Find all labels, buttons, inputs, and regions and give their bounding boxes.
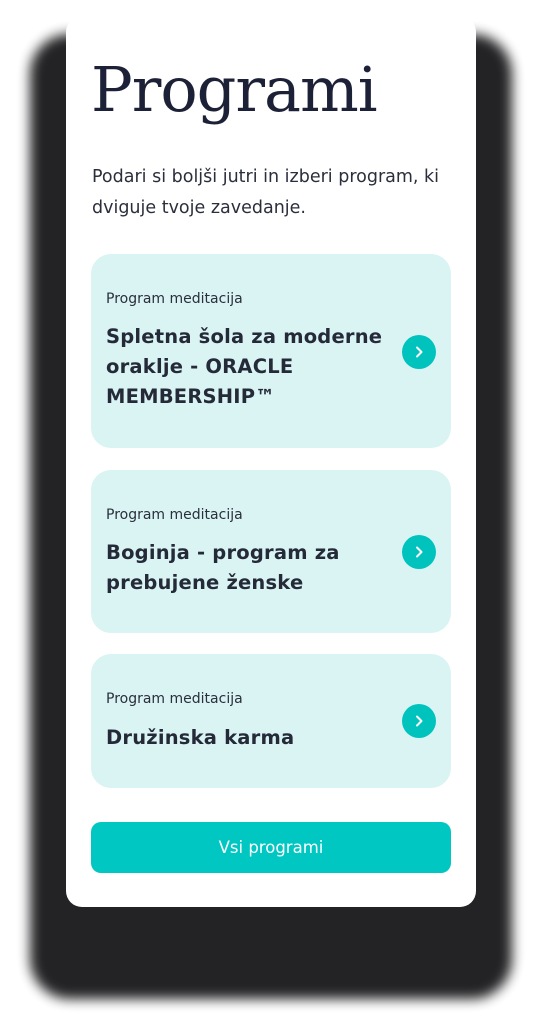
program-card-druzinska-karma[interactable]: Program meditacija Družinska karma: [91, 654, 451, 788]
chevron-right-icon[interactable]: [402, 535, 436, 569]
program-title: Družinska karma: [106, 726, 295, 749]
program-tag: Program meditacija: [106, 691, 243, 707]
chevron-right-icon[interactable]: [402, 335, 436, 369]
program-card-boginja[interactable]: Program meditacija Boginja - program za …: [91, 470, 451, 633]
all-programs-button[interactable]: Vsi programi: [91, 822, 451, 873]
page-subtitle: Podari si boljši jutri in izberi program…: [92, 167, 440, 218]
program-tag: Program meditacija: [106, 291, 243, 307]
program-title: Spletna šola za moderne oraklje - ORACLE…: [106, 325, 383, 408]
chevron-right-icon[interactable]: [402, 704, 436, 738]
program-title: Boginja - program za prebujene ženske: [106, 541, 340, 594]
programs-card: Programi Podari si boljši jutri in izber…: [66, 16, 476, 907]
page-title: Programi: [91, 53, 378, 126]
program-tag: Program meditacija: [106, 507, 243, 523]
program-card-oracle-membership[interactable]: Program meditacija Spletna šola za moder…: [91, 254, 451, 448]
